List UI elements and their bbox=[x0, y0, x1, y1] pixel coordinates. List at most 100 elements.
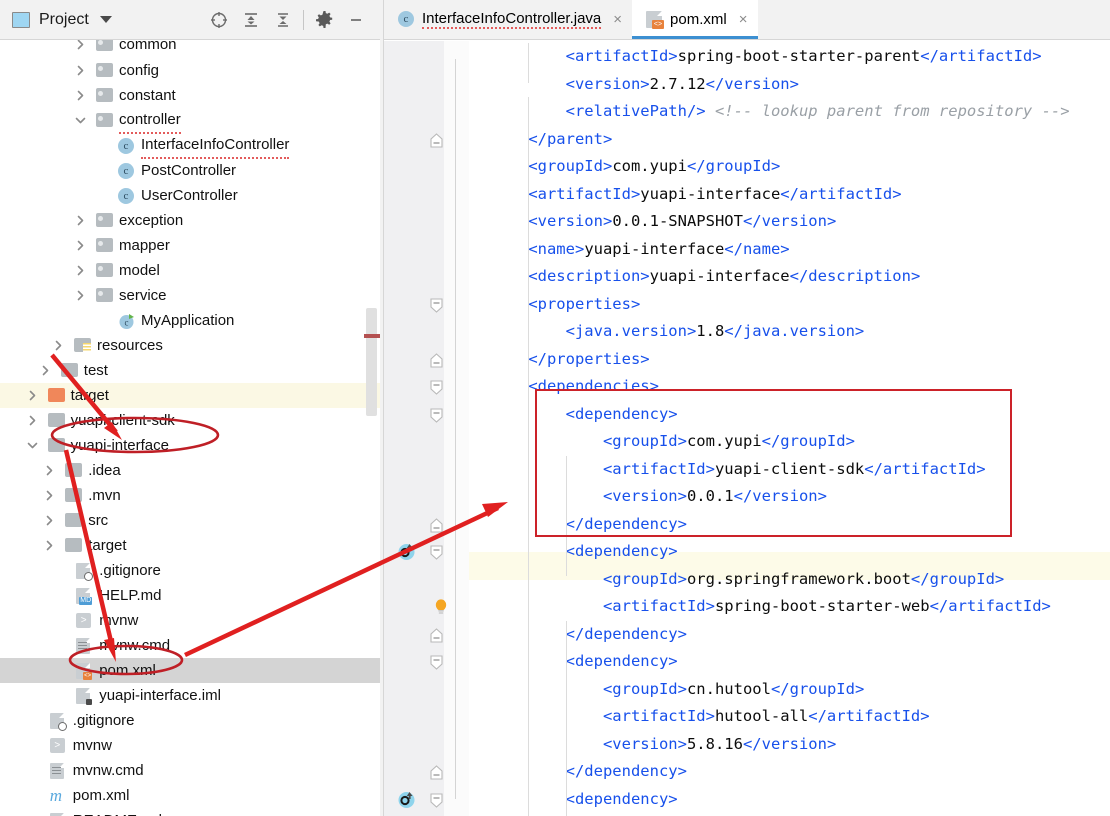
tree-item-src[interactable]: src bbox=[0, 508, 380, 533]
fold-start-icon[interactable] bbox=[430, 407, 443, 423]
tree-item-common[interactable]: common bbox=[0, 40, 380, 57]
tree-item-usercontroller[interactable]: c UserController bbox=[0, 183, 380, 208]
tree-item-constant[interactable]: constant bbox=[0, 83, 380, 108]
tree-item-mvnw[interactable]: > mvnw bbox=[0, 733, 380, 758]
chevron-right-icon[interactable] bbox=[74, 89, 87, 102]
fold-start-icon[interactable] bbox=[430, 297, 443, 313]
chevron-right-icon[interactable] bbox=[74, 64, 87, 77]
chevron-down-icon[interactable] bbox=[26, 439, 39, 452]
chevron-right-icon[interactable] bbox=[74, 40, 87, 51]
chevron-right-icon[interactable] bbox=[26, 414, 39, 427]
tree-item-mapper[interactable]: mapper bbox=[0, 233, 380, 258]
project-panel-scrollbar[interactable] bbox=[366, 308, 377, 416]
code-line[interactable]: <description>yuapi-interface</descriptio… bbox=[469, 263, 1110, 291]
code-line[interactable]: <artifactId>yuapi-interface</artifactId> bbox=[469, 181, 1110, 209]
tree-item-postcontroller[interactable]: c PostController bbox=[0, 158, 380, 183]
select-opened-file-icon[interactable] bbox=[203, 5, 235, 35]
folder-plain-icon bbox=[47, 413, 65, 428]
tree-item-mvnw[interactable]: > mvnw bbox=[0, 608, 380, 633]
tree-item--mvn[interactable]: .mvn bbox=[0, 483, 380, 508]
tree-item-label: test bbox=[83, 362, 108, 379]
tree-item-resources[interactable]: resources bbox=[0, 333, 380, 358]
tree-item-config[interactable]: config bbox=[0, 58, 380, 83]
fold-start-icon[interactable] bbox=[430, 545, 443, 560]
project-panel-toolbar bbox=[203, 5, 380, 35]
chevron-right-icon[interactable] bbox=[43, 514, 56, 527]
code-line[interactable]: <properties> bbox=[469, 291, 1110, 319]
chevron-right-icon[interactable] bbox=[74, 264, 87, 277]
chevron-right-icon[interactable] bbox=[39, 364, 52, 377]
code-line[interactable]: </parent> bbox=[469, 126, 1110, 154]
chevron-right-icon[interactable] bbox=[43, 539, 56, 552]
chevron-right-icon[interactable] bbox=[52, 339, 65, 352]
fold-end-icon[interactable] bbox=[430, 132, 443, 148]
chevron-right-icon[interactable] bbox=[74, 239, 87, 252]
fold-start-icon[interactable] bbox=[430, 655, 443, 670]
close-icon[interactable]: × bbox=[739, 11, 748, 28]
fold-end-icon[interactable] bbox=[430, 517, 443, 533]
chevron-right-icon[interactable] bbox=[43, 489, 56, 502]
lightbulb-icon[interactable] bbox=[434, 598, 448, 616]
expand-all-icon[interactable] bbox=[235, 5, 267, 35]
code-line[interactable]: <dependency> bbox=[469, 401, 1110, 429]
code-line[interactable]: <dependencies> bbox=[469, 373, 1110, 401]
editor-tab-pom-xml[interactable]: <> pom.xml × bbox=[632, 0, 758, 39]
chevron-right-icon[interactable] bbox=[43, 464, 56, 477]
tree-item-myapplication[interactable]: c MyApplication bbox=[0, 308, 380, 333]
maven-dependency-icon[interactable] bbox=[397, 790, 416, 809]
tree-item-pom-xml[interactable]: m pom.xml bbox=[0, 783, 380, 808]
tree-item-readme-md[interactable]: MDREADME.md bbox=[0, 808, 380, 816]
tree-item-exception[interactable]: exception bbox=[0, 208, 380, 233]
tree-item-test[interactable]: test bbox=[0, 358, 380, 383]
chevron-right-icon[interactable] bbox=[74, 214, 87, 227]
fold-start-icon[interactable] bbox=[430, 792, 443, 808]
tree-item-target[interactable]: target bbox=[0, 533, 380, 558]
code-line[interactable]: <name>yuapi-interface</name> bbox=[469, 236, 1110, 264]
maven-dependency-icon[interactable] bbox=[397, 542, 416, 561]
tree-item--idea[interactable]: .idea bbox=[0, 458, 380, 483]
tree-item-mvnw-cmd[interactable]: mvnw.cmd bbox=[0, 633, 380, 658]
editor-fold-strip[interactable] bbox=[398, 41, 469, 816]
tree-item-yuapi-interface[interactable]: yuapi-interface bbox=[0, 433, 380, 458]
fold-end-icon[interactable] bbox=[430, 765, 443, 780]
file-gitignore-icon bbox=[49, 713, 67, 731]
tree-item-label: mvnw.cmd bbox=[72, 762, 144, 779]
tree-item-model[interactable]: model bbox=[0, 258, 380, 283]
settings-gear-icon[interactable] bbox=[308, 5, 340, 35]
code-line[interactable]: <version>0.0.1-SNAPSHOT</version> bbox=[469, 208, 1110, 236]
tree-item--gitignore[interactable]: .gitignore bbox=[0, 558, 380, 583]
file-gitignore-icon bbox=[76, 563, 94, 581]
close-icon[interactable]: × bbox=[613, 11, 622, 28]
tree-item-service[interactable]: service bbox=[0, 283, 380, 308]
code-line[interactable]: <groupId>com.yupi</groupId> bbox=[469, 153, 1110, 181]
code-line[interactable]: <java.version>1.8</java.version> bbox=[469, 318, 1110, 346]
code-line[interactable]: </properties> bbox=[469, 346, 1110, 374]
tree-item-mvnw-cmd[interactable]: mvnw.cmd bbox=[0, 758, 380, 783]
tree-item--gitignore[interactable]: .gitignore bbox=[0, 708, 380, 733]
tree-item-controller[interactable]: controller bbox=[0, 108, 380, 134]
code-line[interactable]: <artifactId>spring-boot-starter-parent</… bbox=[469, 43, 1110, 71]
tree-item-pom-xml[interactable]: <> pom.xml bbox=[0, 658, 380, 683]
tree-item-yuapi-client-sdk[interactable]: yuapi-client-sdk bbox=[0, 408, 380, 433]
code-line[interactable]: <artifactId>spring-boot-starter-web</art… bbox=[469, 593, 1110, 621]
chevron-right-icon[interactable] bbox=[26, 389, 39, 402]
chevron-right-icon[interactable] bbox=[74, 289, 87, 302]
tree-item-yuapi-interface-iml[interactable]: yuapi-interface.iml bbox=[0, 683, 380, 708]
fold-end-icon[interactable] bbox=[430, 352, 443, 368]
code-line[interactable]: <version>2.7.12</version> bbox=[469, 71, 1110, 99]
editor-tab-interfaceinfocontroller-java[interactable]: c InterfaceInfoController.java × bbox=[384, 0, 632, 39]
code-content[interactable]: <artifactId>spring-boot-starter-parent</… bbox=[469, 41, 1110, 816]
tree-item-target[interactable]: target bbox=[0, 383, 380, 408]
tree-item-interfaceinfocontroller[interactable]: c InterfaceInfoController bbox=[0, 133, 380, 159]
fold-end-icon[interactable] bbox=[430, 627, 443, 643]
tree-item-help-md[interactable]: MD HELP.md bbox=[0, 583, 380, 608]
project-tree[interactable]: common config constant controller c Interface… bbox=[0, 40, 380, 816]
code-line[interactable]: <groupId>com.yupi</groupId> bbox=[469, 428, 1110, 456]
chevron-down-icon[interactable] bbox=[74, 114, 87, 127]
folder-package-icon bbox=[96, 238, 113, 253]
hide-panel-icon[interactable] bbox=[340, 5, 372, 35]
fold-start-icon[interactable] bbox=[430, 380, 443, 395]
chevron-down-icon[interactable] bbox=[99, 16, 112, 23]
code-line[interactable]: <relativePath/> <!-- lookup parent from … bbox=[469, 98, 1110, 126]
collapse-all-icon[interactable] bbox=[267, 5, 299, 35]
